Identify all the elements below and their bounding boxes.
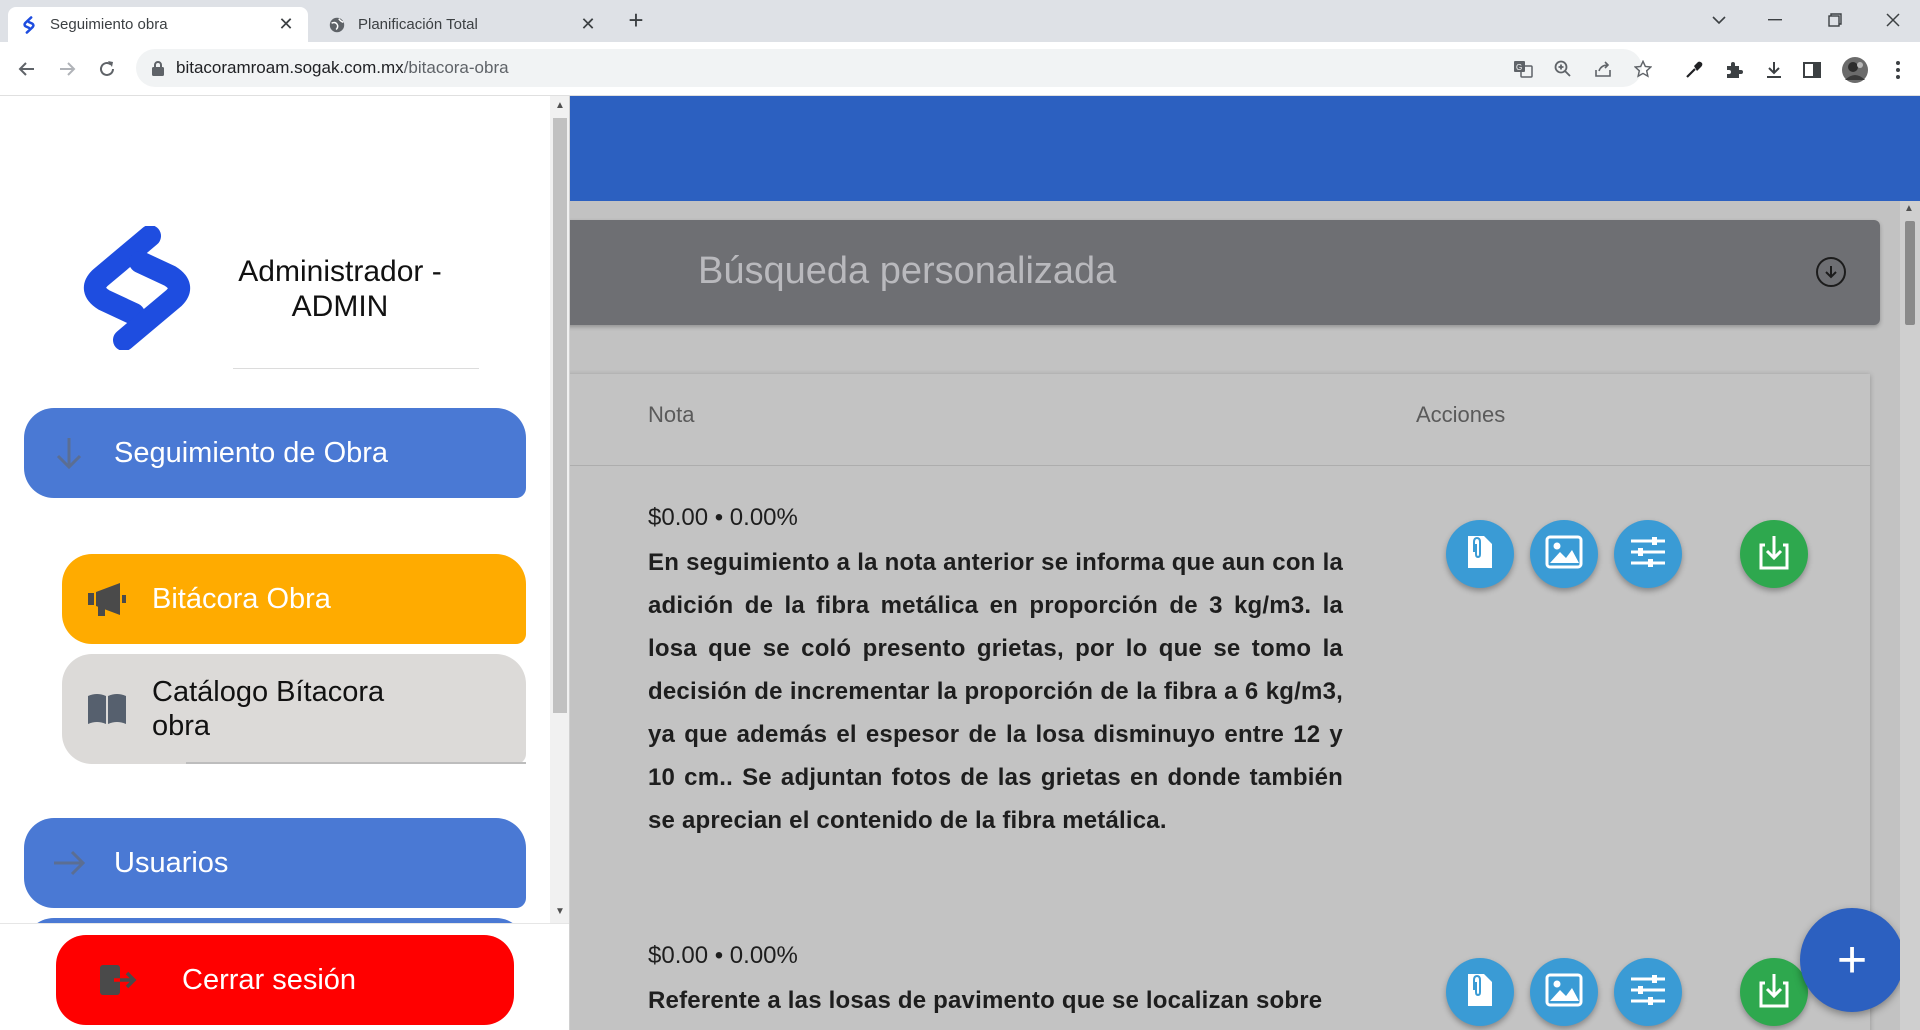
- sidebar-item-label: Seguimiento de Obra: [114, 436, 389, 469]
- settings-sliders-icon: [1628, 535, 1668, 574]
- sidebar-item-catalogo-bitacora[interactable]: Catálogo Bítacora obra: [62, 654, 526, 764]
- logout-label: Cerrar sesión: [182, 963, 357, 996]
- search-panel[interactable]: Búsqueda personalizada: [560, 220, 1880, 325]
- zoom-icon[interactable]: [1552, 58, 1574, 80]
- user-name: Administrador - ADMIN: [238, 255, 442, 323]
- sidebar-item-label: Bitácora Obra: [152, 582, 331, 615]
- table-row: $0.00 • 0.00% En seguimiento a la nota a…: [648, 504, 1343, 842]
- restore-icon[interactable]: [1812, 0, 1858, 40]
- drawer-scrollbar-thumb[interactable]: [553, 118, 567, 713]
- attachment-button[interactable]: [1446, 958, 1514, 1026]
- sidebar-item-usuarios[interactable]: Usuarios: [24, 818, 526, 908]
- tab-title: Planificación Total: [358, 16, 478, 33]
- menu-kebab-icon[interactable]: [1886, 58, 1910, 82]
- lock-icon[interactable]: [150, 60, 166, 76]
- column-header-acciones: Acciones: [1416, 402, 1506, 427]
- drawer-scrollbar[interactable]: ▲ ▼: [550, 96, 569, 923]
- arrow-down-icon: [24, 436, 114, 470]
- drawer-divider: [233, 368, 479, 369]
- book-icon: [62, 692, 152, 726]
- download-toolbar-icon[interactable]: [1762, 58, 1786, 82]
- reload-icon[interactable]: [92, 54, 122, 84]
- scroll-down-icon[interactable]: ▼: [555, 906, 565, 917]
- tab-title: Seguimiento obra: [50, 16, 168, 33]
- translate-icon[interactable]: G: [1512, 58, 1534, 80]
- settings-button[interactable]: [1614, 520, 1682, 588]
- close-tab-icon[interactable]: ✕: [276, 14, 296, 35]
- column-header-nota: Nota: [648, 402, 695, 427]
- settings-button[interactable]: [1614, 958, 1682, 1026]
- address-bar[interactable]: bitacoramroam.sogak.com.mx/bitacora-obra: [136, 49, 1642, 87]
- megaphone-icon: [62, 581, 152, 617]
- table-header: Nota Acciones: [560, 374, 1870, 466]
- logout-icon: [56, 963, 182, 997]
- svg-text:G: G: [1516, 63, 1522, 72]
- sidebar-item-label: Catálogo Bítacora obra: [152, 676, 385, 742]
- active-item-underline: [186, 762, 526, 764]
- browser-toolbar: bitacoramroam.sogak.com.mx/bitacora-obra…: [0, 42, 1920, 96]
- extensions-icon[interactable]: [1722, 58, 1746, 82]
- sidebar-item-bitacora-obra[interactable]: Bitácora Obra: [62, 554, 526, 644]
- image-icon: [1544, 534, 1584, 575]
- images-button[interactable]: [1530, 958, 1598, 1026]
- url-path: /bitacora-obra: [403, 58, 509, 77]
- logout-button[interactable]: Cerrar sesión: [56, 935, 514, 1025]
- note-amount: $0.00 • 0.00%: [648, 942, 798, 969]
- note-text: Referente a las losas de pavimento que s…: [648, 987, 1323, 1014]
- download-icon: [1757, 533, 1791, 576]
- sogak-logo-icon: [20, 15, 38, 34]
- star-icon[interactable]: [1632, 58, 1654, 80]
- arrow-right-icon: [24, 848, 114, 878]
- attachment-icon: [1462, 970, 1498, 1015]
- scroll-up-icon[interactable]: ▲: [1904, 203, 1914, 214]
- browser-tab-strip: Seguimiento obra ✕ Planificación Total ✕…: [0, 0, 1920, 42]
- side-drawer: Administrador - ADMIN Seguimiento de Obr…: [0, 96, 570, 1030]
- minimize-icon[interactable]: [1752, 0, 1798, 40]
- new-tab-button[interactable]: +: [622, 7, 650, 35]
- close-tab-icon[interactable]: ✕: [578, 14, 598, 35]
- attachment-icon: [1462, 532, 1498, 577]
- profile-avatar[interactable]: [1840, 55, 1870, 85]
- add-note-button[interactable]: +: [1800, 908, 1904, 1012]
- search-panel-label: Búsqueda personalizada: [698, 250, 1117, 292]
- app-viewport: Búsqueda personalizada Nota Acciones $0.…: [0, 96, 1920, 1030]
- close-icon[interactable]: [1870, 0, 1916, 40]
- attachment-button[interactable]: [1446, 520, 1514, 588]
- eyedropper-icon[interactable]: [1682, 58, 1706, 82]
- sogak-logo: [78, 225, 196, 351]
- url-host: bitacoramroam.sogak.com.mx: [176, 58, 404, 77]
- logout-area: Cerrar sesión: [0, 923, 569, 1030]
- images-button[interactable]: [1530, 520, 1598, 588]
- tab-seguimiento-obra[interactable]: Seguimiento obra ✕: [8, 7, 308, 42]
- chevron-down-icon[interactable]: [1696, 0, 1742, 40]
- settings-sliders-icon: [1628, 973, 1668, 1012]
- sidebar-item-seguimiento-obra[interactable]: Seguimiento de Obra: [24, 408, 526, 498]
- table-row: $0.00 • 0.00% Referente a las losas de p…: [648, 942, 1343, 1022]
- note-text: En seguimiento a la nota anterior se inf…: [648, 549, 1343, 834]
- note-amount: $0.00 • 0.00%: [648, 504, 798, 531]
- download-button[interactable]: [1740, 958, 1808, 1026]
- forward-icon[interactable]: [52, 54, 82, 84]
- back-icon[interactable]: [12, 54, 42, 84]
- image-icon: [1544, 972, 1584, 1013]
- notes-table: Nota Acciones $0.00 • 0.00% En seguimien…: [560, 374, 1870, 1030]
- scroll-up-icon[interactable]: ▲: [555, 100, 565, 111]
- download-button[interactable]: [1740, 520, 1808, 588]
- tab-planificacion-total[interactable]: Planificación Total ✕: [316, 7, 610, 42]
- page-scrollbar[interactable]: ▲: [1900, 201, 1920, 1030]
- url-text: bitacoramroam.sogak.com.mx/bitacora-obra: [176, 58, 509, 78]
- expand-search-icon[interactable]: [1816, 257, 1846, 287]
- globe-icon: [328, 16, 346, 34]
- sidebar-item-label: Usuarios: [114, 846, 229, 879]
- side-panel-icon[interactable]: [1800, 58, 1824, 82]
- app-header: [570, 96, 1920, 201]
- download-icon: [1757, 971, 1791, 1014]
- share-icon[interactable]: [1592, 58, 1614, 80]
- page-scrollbar-thumb[interactable]: [1905, 221, 1915, 325]
